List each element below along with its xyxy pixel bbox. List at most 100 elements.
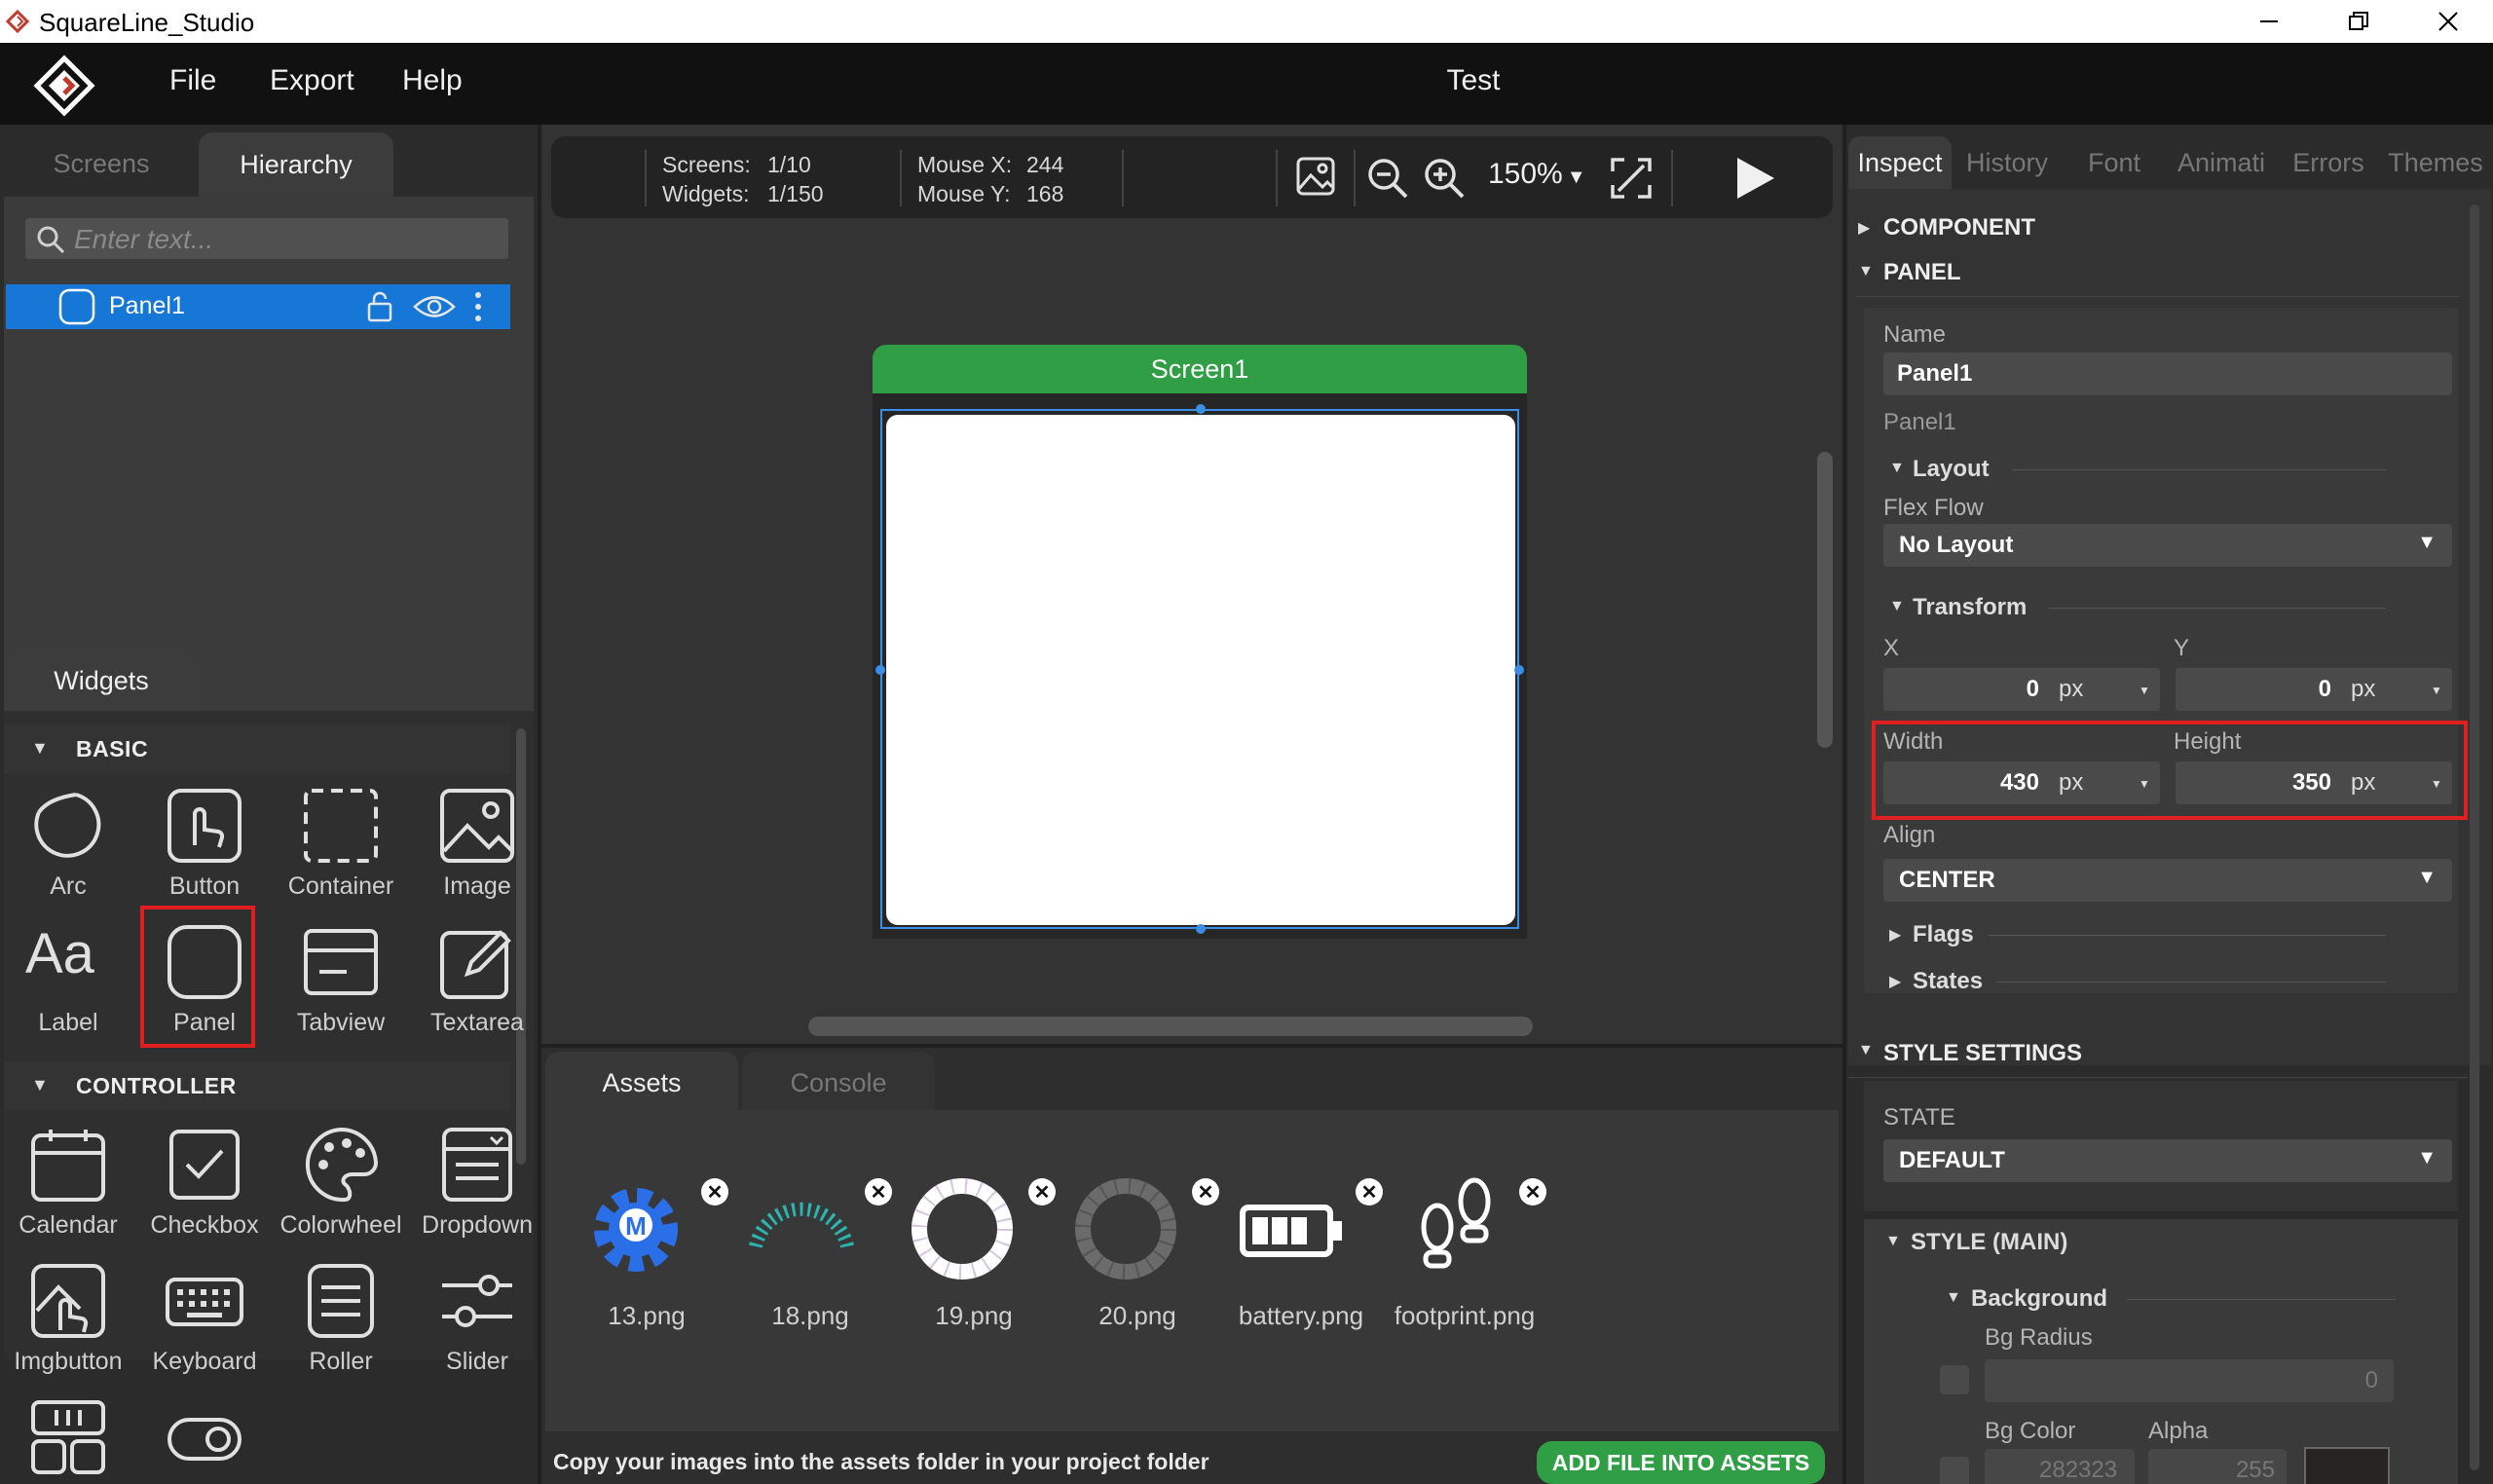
widget-slider[interactable]: Slider — [409, 1254, 545, 1391]
remove-asset-icon[interactable]: ✕ — [701, 1178, 728, 1206]
flex-flow-dropdown[interactable]: No Layout ▼ — [1883, 524, 2452, 567]
widget-dropdown[interactable]: Dropdown — [409, 1118, 545, 1254]
zoom-out-icon[interactable] — [1365, 156, 1410, 201]
alpha-label: Alpha — [2148, 1418, 2209, 1444]
align-label: Align — [1883, 822, 1936, 848]
states-group-header[interactable]: ▶ States — [1883, 968, 2458, 997]
zoom-in-icon[interactable] — [1422, 156, 1467, 201]
widget-container[interactable]: Container — [273, 779, 409, 915]
tab-animation[interactable]: Animati — [2170, 136, 2273, 189]
transform-group-header[interactable]: ▼ Transform — [1883, 594, 2458, 623]
remove-asset-icon[interactable]: ✕ — [1028, 1178, 1056, 1206]
style-main-header[interactable]: ▼ STYLE (MAIN) — [1879, 1229, 2454, 1258]
image-icon — [440, 789, 514, 863]
widget-textarea[interactable]: Textarea — [409, 915, 545, 1052]
collapse-triangle-icon: ▼ — [31, 1075, 49, 1094]
unit-dropdown-icon[interactable]: ▼ — [2431, 684, 2442, 697]
add-file-into-assets-button[interactable]: ADD FILE INTO ASSETS — [1537, 1441, 1825, 1484]
widget-colorwheel[interactable]: Colorwheel — [273, 1118, 409, 1254]
controller-section-header[interactable]: ▼ CONTROLLER — [4, 1061, 510, 1110]
menu-file[interactable]: File — [169, 64, 216, 97]
remove-asset-icon[interactable]: ✕ — [1356, 1178, 1383, 1206]
remove-asset-icon[interactable]: ✕ — [1192, 1178, 1219, 1206]
x-input[interactable]: 0 px ▼ — [1883, 668, 2160, 711]
panel-section-header[interactable]: ▼ PANEL — [1856, 255, 2458, 294]
resize-handle-top[interactable] — [1196, 404, 1206, 414]
bg-radius-input[interactable]: 0 — [1985, 1359, 2394, 1402]
widget-switch[interactable] — [136, 1391, 273, 1484]
widget-arc[interactable]: Arc — [0, 779, 136, 915]
tab-inspect[interactable]: Inspect — [1848, 136, 1952, 189]
resize-handle-left[interactable] — [875, 665, 885, 675]
widget-buttonmatrix[interactable] — [0, 1391, 136, 1484]
background-image-icon[interactable] — [1295, 156, 1336, 197]
layout-group-header[interactable]: ▼ Layout — [1883, 456, 2458, 485]
asset-item[interactable]: ✕ 18.png — [728, 1143, 892, 1330]
x-value: 0 — [2026, 676, 2039, 702]
bg-color-swatch[interactable] — [2304, 1447, 2390, 1484]
tab-hierarchy[interactable]: Hierarchy — [199, 132, 393, 197]
remove-asset-icon[interactable]: ✕ — [1519, 1178, 1546, 1206]
widget-keyboard[interactable]: Keyboard — [136, 1254, 273, 1391]
asset-item[interactable]: ✕ footprint.png — [1383, 1143, 1546, 1330]
more-options-icon[interactable] — [473, 290, 483, 323]
menu-help[interactable]: Help — [402, 64, 463, 97]
widget-tabview[interactable]: Tabview — [273, 915, 409, 1052]
tab-assets[interactable]: Assets — [545, 1052, 738, 1114]
canvas-horizontal-scrollbar[interactable] — [808, 1017, 1533, 1036]
palette-icon — [305, 1127, 379, 1203]
widget-imgbutton[interactable]: Imgbutton — [0, 1254, 136, 1391]
widget-calendar[interactable]: Calendar — [0, 1118, 136, 1254]
widget-button[interactable]: Button — [136, 779, 273, 915]
zoom-level-select[interactable]: 150% ▼ — [1488, 158, 1586, 191]
canvas-vertical-scrollbar[interactable] — [1817, 452, 1833, 748]
restore-button[interactable] — [2314, 0, 2403, 43]
divider — [1671, 150, 1673, 206]
bg-color-checkbox[interactable] — [1940, 1457, 1969, 1484]
remove-asset-icon[interactable]: ✕ — [865, 1178, 892, 1206]
tab-font[interactable]: Font — [2063, 136, 2166, 189]
screen-title-bar[interactable]: Screen1 — [873, 345, 1527, 393]
widget-checkbox[interactable]: Checkbox — [136, 1118, 273, 1254]
inspector-scrollbar[interactable] — [2470, 204, 2479, 1470]
fit-screen-icon[interactable] — [1609, 156, 1654, 201]
unit-dropdown-icon[interactable]: ▼ — [2139, 684, 2150, 697]
asset-item[interactable]: ✕ 20.png — [1056, 1143, 1219, 1330]
layout-group-title: Layout — [1913, 456, 1990, 482]
close-window-button[interactable] — [2403, 0, 2493, 43]
component-section-header[interactable]: ▶ COMPONENT — [1856, 210, 2458, 249]
tab-widgets[interactable]: Widgets — [4, 650, 199, 711]
resize-handle-bottom[interactable] — [1196, 924, 1206, 934]
style-settings-header[interactable]: ▼ STYLE SETTINGS — [1848, 1032, 2468, 1075]
asset-item[interactable]: M ✕ 13.png — [565, 1143, 728, 1330]
lock-icon[interactable] — [364, 290, 395, 323]
tab-screens[interactable]: Screens — [14, 132, 189, 195]
tab-errors[interactable]: Errors — [2277, 136, 2380, 189]
widget-roller[interactable]: Roller — [273, 1254, 409, 1391]
tab-console[interactable]: Console — [742, 1052, 935, 1114]
resize-handle-right[interactable] — [1514, 665, 1524, 675]
zoom-level-value: 150% — [1488, 158, 1563, 190]
flags-group-header[interactable]: ▶ Flags — [1883, 921, 2458, 950]
widget-image[interactable]: Image — [409, 779, 545, 915]
bg-radius-checkbox[interactable] — [1940, 1365, 1969, 1394]
hierarchy-search-input[interactable]: Enter text... — [25, 218, 508, 259]
tab-history[interactable]: History — [1955, 136, 2059, 189]
asset-item[interactable]: ✕ 19.png — [892, 1143, 1056, 1330]
visibility-eye-icon[interactable] — [413, 292, 456, 321]
alpha-input[interactable]: 255 — [2148, 1449, 2287, 1484]
y-input[interactable]: 0 px ▼ — [2176, 668, 2452, 711]
name-input[interactable]: Panel1 — [1883, 352, 2452, 395]
widget-label-item[interactable]: Aa Label — [0, 915, 136, 1052]
bg-color-input[interactable]: 282323 — [1985, 1449, 2135, 1484]
state-dropdown[interactable]: DEFAULT ▼ — [1883, 1139, 2452, 1182]
hierarchy-item-panel1[interactable]: Panel1 — [6, 284, 510, 329]
play-icon[interactable] — [1731, 156, 1776, 201]
background-group-header[interactable]: ▼ Background — [1938, 1285, 2444, 1315]
minimize-button[interactable] — [2224, 0, 2314, 43]
align-dropdown[interactable]: CENTER ▼ — [1883, 859, 2452, 902]
tab-themes[interactable]: Themes — [2384, 136, 2487, 189]
menu-export[interactable]: Export — [270, 64, 354, 97]
basic-section-header[interactable]: ▼ BASIC — [4, 724, 510, 773]
asset-item[interactable]: ✕ battery.png — [1219, 1143, 1383, 1330]
